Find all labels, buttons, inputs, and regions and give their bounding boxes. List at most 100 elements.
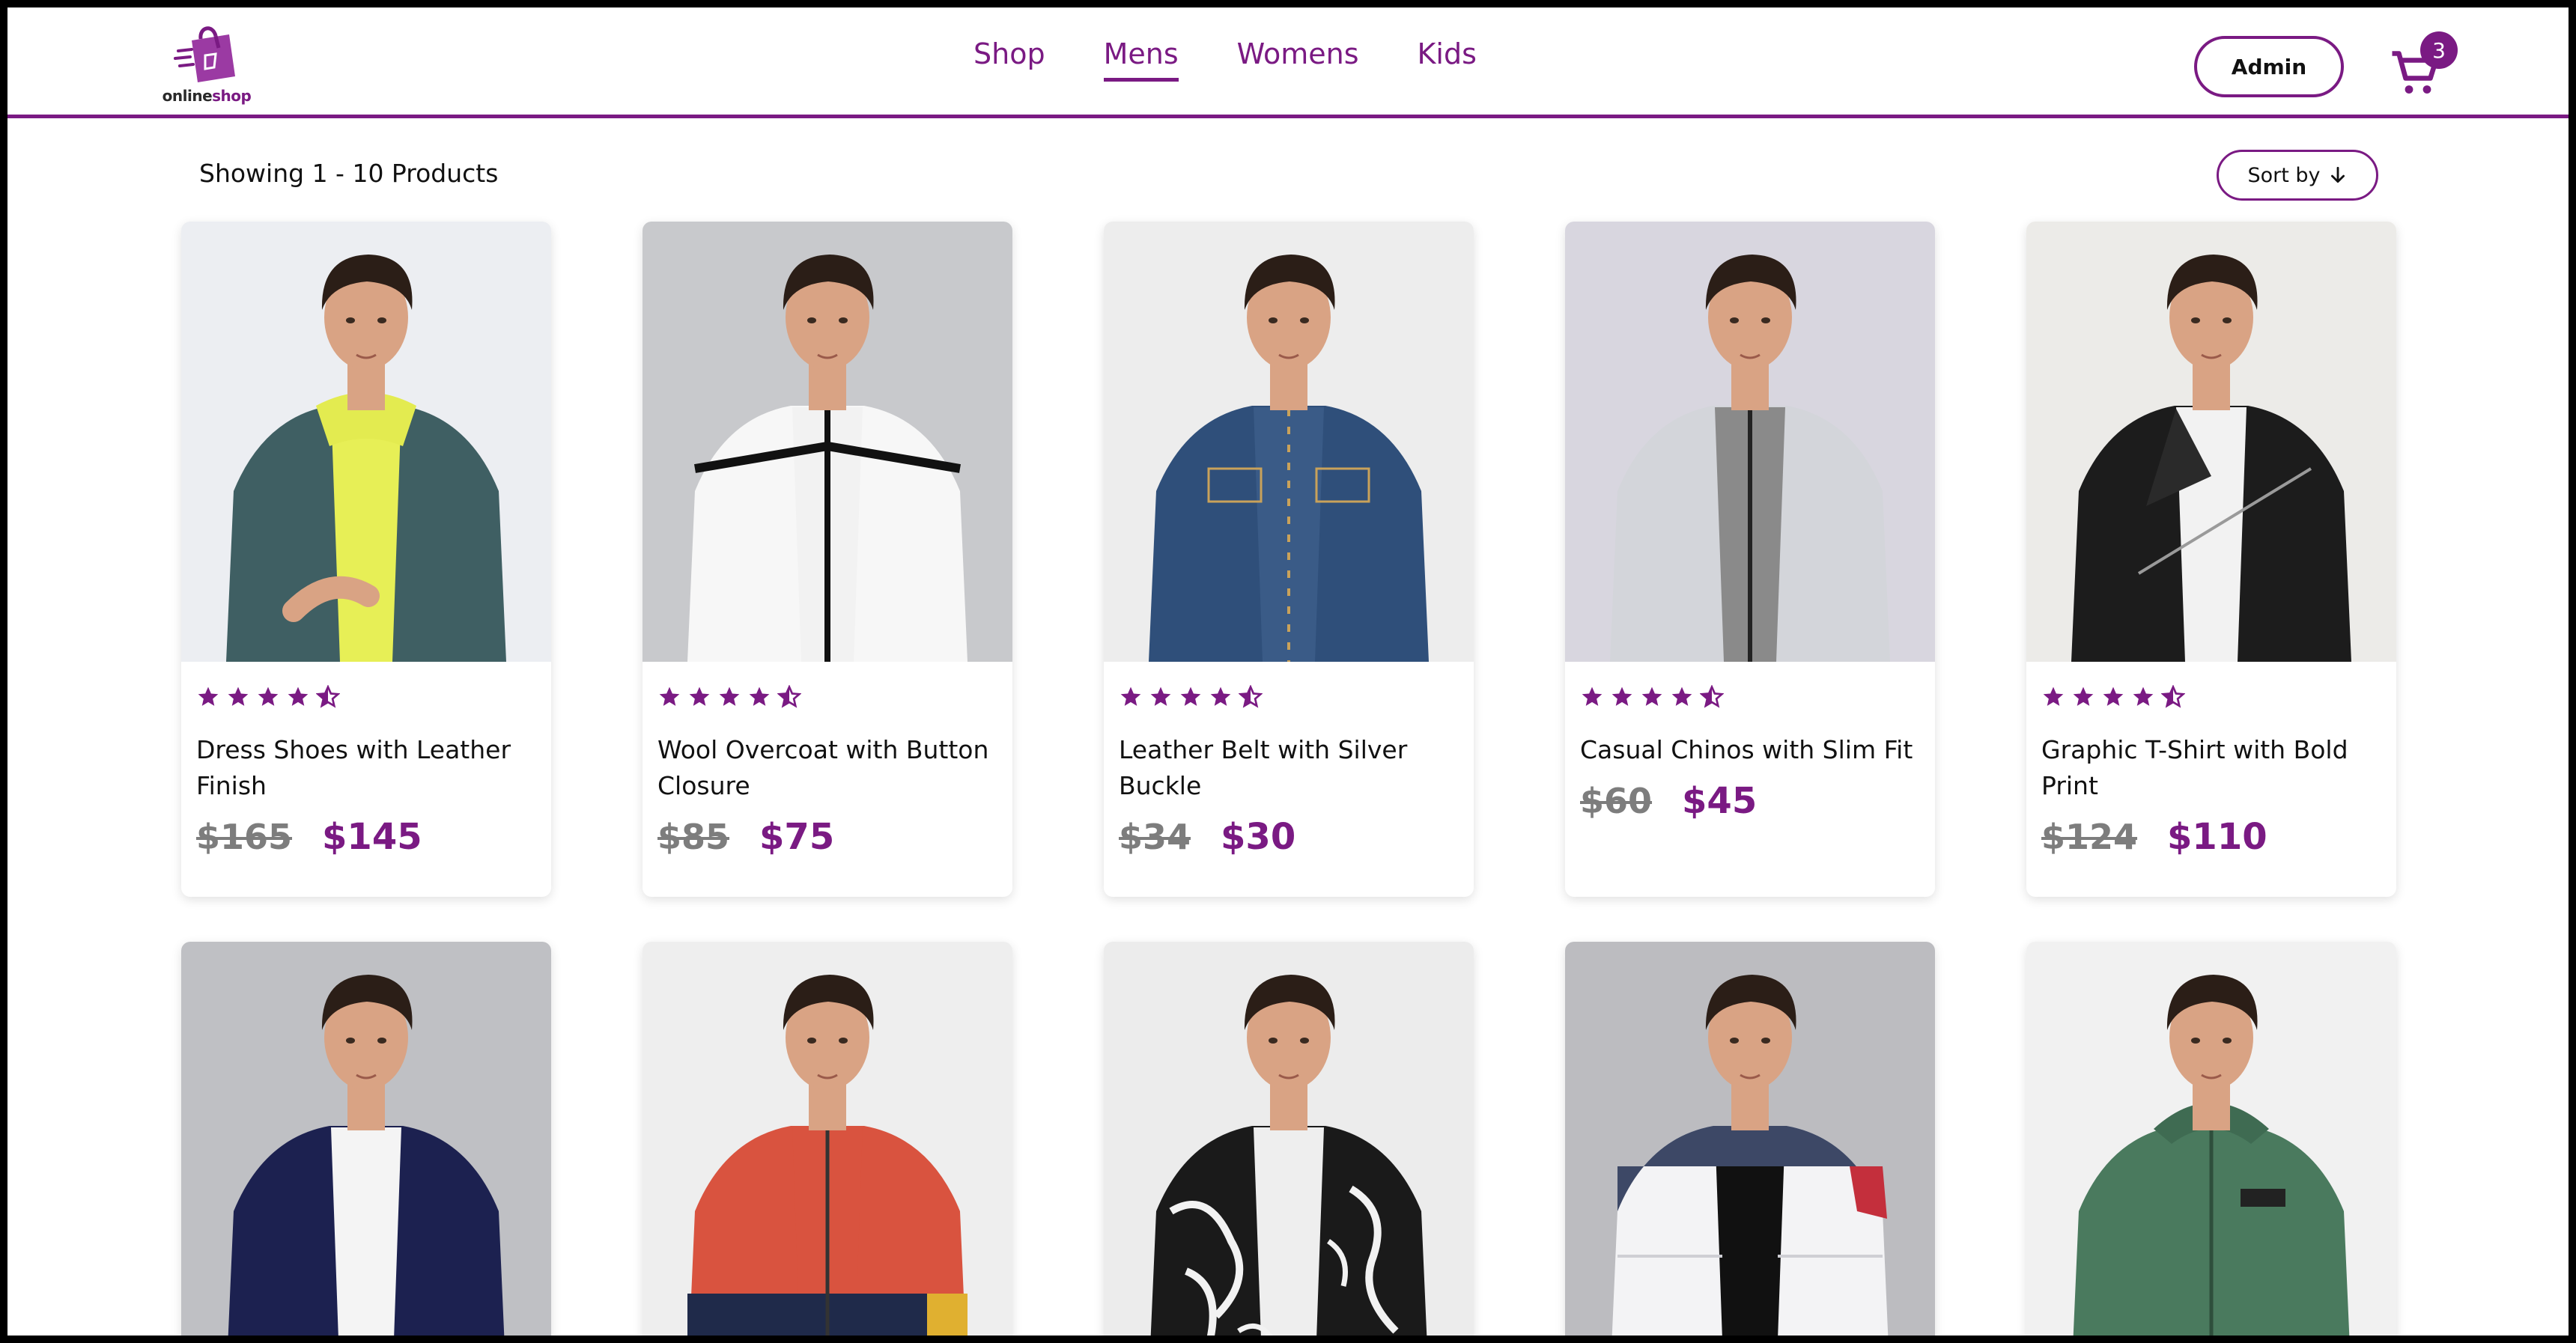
product-grid: Dress Shoes with Leather Finish $165 $145 … <box>181 222 2405 1336</box>
star-icon <box>228 686 249 706</box>
star-half-icon <box>1700 685 1724 708</box>
product-image[interactable] <box>181 222 551 662</box>
rating-stars <box>1119 684 1459 710</box>
star-icon <box>2133 686 2154 706</box>
product-image[interactable] <box>2026 942 2396 1336</box>
price-row: $124 $110 <box>2041 816 2381 858</box>
rating-stars <box>196 684 536 710</box>
star-icon <box>749 686 770 706</box>
star-icon <box>288 686 309 706</box>
price-row: $60 $45 <box>1580 780 1920 822</box>
sale-price: $45 <box>1682 780 1758 822</box>
star-icon <box>1582 686 1603 706</box>
star-icon <box>1671 686 1692 706</box>
product-image[interactable] <box>2026 222 2396 662</box>
star-icon <box>2073 686 2094 706</box>
product-photo <box>643 942 1012 1336</box>
price-row: $165 $145 <box>196 816 536 858</box>
product-name[interactable]: Wool Overcoat with Button Closure <box>657 732 997 804</box>
star-icon <box>659 686 680 706</box>
original-price: $60 <box>1580 781 1653 821</box>
product-info: Graphic T-Shirt with Bold Print $124 $110 <box>2026 662 2396 858</box>
star-icon <box>2103 686 2124 706</box>
logo-wordmark: onlineshop <box>162 87 252 105</box>
product-photo <box>643 222 1012 662</box>
star-icon <box>258 686 279 706</box>
product-photo <box>2026 222 2396 662</box>
star-icon <box>1210 686 1231 706</box>
product-image[interactable] <box>643 222 1012 662</box>
star-icon <box>1641 686 1662 706</box>
main-nav: Shop Mens Womens Kids <box>973 37 1477 105</box>
product-card[interactable]: Casual Chinos with Slim Fit $60 $45 <box>1565 222 1935 897</box>
original-price: $85 <box>657 817 730 857</box>
product-photo <box>181 222 551 662</box>
product-photo <box>1565 942 1935 1336</box>
star-half-icon <box>2161 685 2185 708</box>
rating-stars <box>1580 684 1920 710</box>
browser-viewport: onlineshop Shop Mens Womens Kids Admin 3… <box>7 7 2569 1336</box>
product-card[interactable] <box>1104 942 1474 1336</box>
product-card[interactable] <box>181 942 551 1336</box>
product-card[interactable]: Wool Overcoat with Button Closure $85 $75 <box>643 222 1012 897</box>
shopping-bag-logo-icon <box>174 26 235 82</box>
site-logo[interactable]: onlineshop <box>154 18 259 108</box>
price-row: $34 $30 <box>1119 816 1459 858</box>
original-price: $165 <box>196 817 293 857</box>
sort-label: Sort by <box>2247 163 2321 187</box>
star-half-icon <box>316 685 340 708</box>
product-card[interactable] <box>2026 942 2396 1336</box>
product-card[interactable] <box>1565 942 1935 1336</box>
sale-price: $75 <box>759 816 835 858</box>
product-image[interactable] <box>1565 942 1935 1336</box>
nav-mens[interactable]: Mens <box>1103 37 1179 82</box>
star-icon <box>1150 686 1171 706</box>
product-card[interactable] <box>643 942 1012 1336</box>
star-half-icon <box>777 685 801 708</box>
product-name[interactable]: Leather Belt with Silver Buckle <box>1119 732 1459 804</box>
product-image[interactable] <box>181 942 551 1336</box>
product-name[interactable]: Graphic T-Shirt with Bold Print <box>2041 732 2381 804</box>
star-icon <box>1180 686 1201 706</box>
product-info: Dress Shoes with Leather Finish $165 $145 <box>181 662 551 858</box>
product-image[interactable] <box>643 942 1012 1336</box>
sale-price: $145 <box>322 816 422 858</box>
site-header: onlineshop Shop Mens Womens Kids Admin 3 <box>7 7 2569 118</box>
product-photo <box>1104 222 1474 662</box>
product-photo <box>181 942 551 1336</box>
product-photo <box>1565 222 1935 662</box>
rating-stars <box>657 684 997 710</box>
product-card[interactable]: Dress Shoes with Leather Finish $165 $145 <box>181 222 551 897</box>
sale-price: $110 <box>2167 816 2267 858</box>
product-info: Casual Chinos with Slim Fit $60 $45 <box>1565 662 1935 822</box>
star-icon <box>689 686 710 706</box>
product-info: Wool Overcoat with Button Closure $85 $75 <box>643 662 1012 858</box>
star-half-icon <box>1239 685 1263 708</box>
product-image[interactable] <box>1104 942 1474 1336</box>
star-icon <box>198 686 219 706</box>
rating-stars <box>2041 684 2381 710</box>
star-icon <box>719 686 740 706</box>
nav-womens[interactable]: Womens <box>1237 37 1359 78</box>
results-count: Showing 1 - 10 Products <box>199 159 499 188</box>
star-icon <box>1611 686 1632 706</box>
product-photo <box>1104 942 1474 1336</box>
product-photo <box>2026 942 2396 1336</box>
admin-button[interactable]: Admin <box>2194 36 2344 97</box>
product-card[interactable]: Leather Belt with Silver Buckle $34 $30 <box>1104 222 1474 897</box>
sort-button[interactable]: Sort by <box>2217 150 2378 201</box>
original-price: $34 <box>1119 817 1191 857</box>
price-row: $85 $75 <box>657 816 997 858</box>
product-name[interactable]: Dress Shoes with Leather Finish <box>196 732 536 804</box>
product-image[interactable] <box>1565 222 1935 662</box>
cart-button[interactable]: 3 <box>2389 31 2464 105</box>
nav-shop[interactable]: Shop <box>973 37 1045 78</box>
original-price: $124 <box>2041 817 2138 857</box>
product-card[interactable]: Graphic T-Shirt with Bold Print $124 $110 <box>2026 222 2396 897</box>
arrow-down-icon <box>2330 166 2345 183</box>
nav-kids[interactable]: Kids <box>1418 37 1477 78</box>
star-icon <box>2043 686 2064 706</box>
product-image[interactable] <box>1104 222 1474 662</box>
product-info: Leather Belt with Silver Buckle $34 $30 <box>1104 662 1474 858</box>
product-name[interactable]: Casual Chinos with Slim Fit <box>1580 732 1920 768</box>
